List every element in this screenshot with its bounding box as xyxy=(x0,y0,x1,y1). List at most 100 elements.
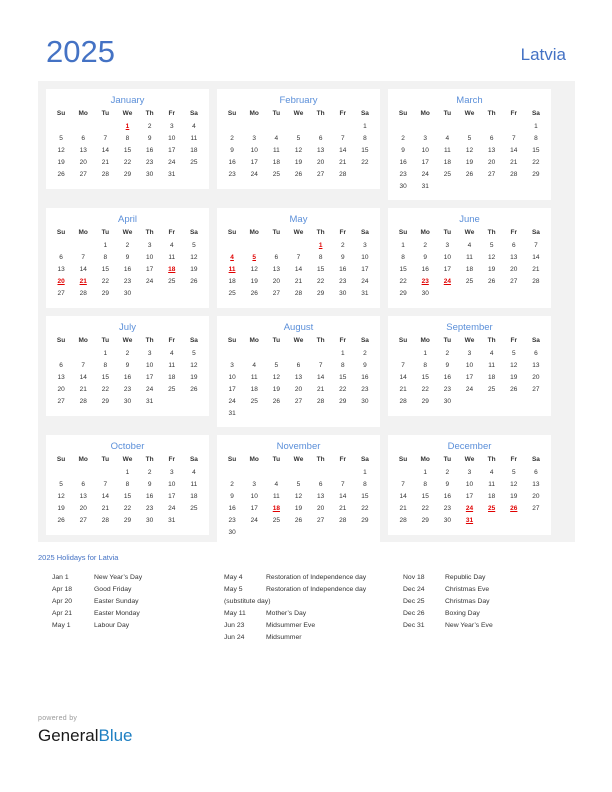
day-cell[interactable]: 31 xyxy=(354,287,376,299)
day-cell[interactable]: 30 xyxy=(139,514,161,526)
day-cell[interactable]: 22 xyxy=(392,275,414,287)
day-cell[interactable]: 19 xyxy=(183,263,205,275)
day-cell[interactable]: 23 xyxy=(392,168,414,180)
day-cell[interactable]: 18 xyxy=(265,156,287,168)
day-cell[interactable]: 13 xyxy=(72,144,94,156)
day-cell-holiday[interactable]: 20 xyxy=(50,275,72,287)
day-cell[interactable]: 14 xyxy=(525,251,547,263)
day-cell[interactable]: 20 xyxy=(287,383,309,395)
day-cell[interactable]: 19 xyxy=(287,156,309,168)
day-cell[interactable]: 14 xyxy=(287,263,309,275)
day-cell[interactable]: 10 xyxy=(458,359,480,371)
day-cell[interactable]: 4 xyxy=(161,347,183,359)
day-cell[interactable]: 23 xyxy=(116,383,138,395)
day-cell[interactable]: 13 xyxy=(265,263,287,275)
day-cell[interactable]: 18 xyxy=(183,490,205,502)
day-cell[interactable]: 5 xyxy=(50,132,72,144)
day-cell[interactable]: 18 xyxy=(243,383,265,395)
day-cell[interactable]: 11 xyxy=(481,359,503,371)
day-cell[interactable]: 12 xyxy=(243,263,265,275)
day-cell[interactable]: 26 xyxy=(183,383,205,395)
day-cell[interactable]: 15 xyxy=(354,144,376,156)
day-cell[interactable]: 2 xyxy=(436,466,458,478)
day-cell[interactable]: 5 xyxy=(481,239,503,251)
day-cell[interactable]: 11 xyxy=(481,478,503,490)
day-cell[interactable]: 11 xyxy=(265,490,287,502)
day-cell[interactable]: 27 xyxy=(72,514,94,526)
day-cell[interactable]: 5 xyxy=(287,132,309,144)
day-cell[interactable]: 8 xyxy=(332,359,354,371)
day-cell[interactable]: 6 xyxy=(50,251,72,263)
day-cell[interactable]: 26 xyxy=(50,168,72,180)
day-cell[interactable]: 16 xyxy=(139,144,161,156)
day-cell[interactable]: 23 xyxy=(116,275,138,287)
day-cell[interactable]: 13 xyxy=(310,490,332,502)
day-cell[interactable]: 22 xyxy=(354,502,376,514)
day-cell[interactable]: 20 xyxy=(50,383,72,395)
day-cell[interactable]: 21 xyxy=(392,502,414,514)
day-cell[interactable]: 29 xyxy=(414,514,436,526)
day-cell[interactable]: 7 xyxy=(94,478,116,490)
day-cell-holiday[interactable]: 23 xyxy=(414,275,436,287)
day-cell[interactable]: 18 xyxy=(481,490,503,502)
day-cell[interactable]: 5 xyxy=(183,347,205,359)
day-cell[interactable]: 28 xyxy=(72,395,94,407)
day-cell[interactable]: 13 xyxy=(72,490,94,502)
day-cell[interactable]: 24 xyxy=(458,383,480,395)
day-cell[interactable]: 19 xyxy=(503,371,525,383)
day-cell[interactable]: 3 xyxy=(139,347,161,359)
day-cell[interactable]: 14 xyxy=(94,490,116,502)
day-cell[interactable]: 25 xyxy=(265,514,287,526)
day-cell[interactable]: 10 xyxy=(458,478,480,490)
day-cell[interactable]: 10 xyxy=(221,371,243,383)
day-cell[interactable]: 1 xyxy=(94,347,116,359)
day-cell[interactable]: 14 xyxy=(72,371,94,383)
day-cell[interactable]: 28 xyxy=(332,514,354,526)
day-cell[interactable]: 27 xyxy=(72,168,94,180)
day-cell[interactable]: 2 xyxy=(221,132,243,144)
day-cell[interactable]: 20 xyxy=(72,156,94,168)
day-cell[interactable]: 7 xyxy=(332,132,354,144)
day-cell[interactable]: 29 xyxy=(414,395,436,407)
day-cell[interactable]: 19 xyxy=(183,371,205,383)
day-cell[interactable]: 7 xyxy=(525,239,547,251)
day-cell[interactable]: 5 xyxy=(503,347,525,359)
day-cell[interactable]: 2 xyxy=(139,120,161,132)
day-cell[interactable]: 6 xyxy=(72,478,94,490)
day-cell[interactable]: 20 xyxy=(310,502,332,514)
day-cell[interactable]: 27 xyxy=(310,514,332,526)
day-cell[interactable]: 8 xyxy=(392,251,414,263)
day-cell[interactable]: 15 xyxy=(525,144,547,156)
day-cell[interactable]: 28 xyxy=(392,395,414,407)
day-cell[interactable]: 14 xyxy=(332,490,354,502)
day-cell[interactable]: 9 xyxy=(116,251,138,263)
day-cell[interactable]: 27 xyxy=(525,383,547,395)
day-cell[interactable]: 3 xyxy=(354,239,376,251)
day-cell[interactable]: 23 xyxy=(139,502,161,514)
day-cell[interactable]: 17 xyxy=(139,371,161,383)
day-cell[interactable]: 11 xyxy=(243,371,265,383)
day-cell[interactable]: 31 xyxy=(221,407,243,419)
day-cell[interactable]: 16 xyxy=(116,263,138,275)
day-cell[interactable]: 2 xyxy=(436,347,458,359)
day-cell-holiday[interactable]: 18 xyxy=(265,502,287,514)
day-cell[interactable]: 25 xyxy=(481,383,503,395)
day-cell[interactable]: 9 xyxy=(414,251,436,263)
day-cell[interactable]: 1 xyxy=(354,120,376,132)
day-cell[interactable]: 12 xyxy=(50,144,72,156)
day-cell[interactable]: 27 xyxy=(287,395,309,407)
day-cell[interactable]: 15 xyxy=(94,263,116,275)
day-cell[interactable]: 9 xyxy=(354,359,376,371)
day-cell[interactable]: 9 xyxy=(392,144,414,156)
day-cell[interactable]: 12 xyxy=(458,144,480,156)
day-cell[interactable]: 6 xyxy=(265,251,287,263)
day-cell[interactable]: 18 xyxy=(161,371,183,383)
day-cell[interactable]: 30 xyxy=(221,526,243,538)
day-cell[interactable]: 30 xyxy=(139,168,161,180)
day-cell[interactable]: 21 xyxy=(94,156,116,168)
day-cell[interactable]: 8 xyxy=(354,132,376,144)
day-cell[interactable]: 24 xyxy=(221,395,243,407)
day-cell[interactable]: 16 xyxy=(414,263,436,275)
day-cell[interactable]: 19 xyxy=(287,502,309,514)
day-cell[interactable]: 27 xyxy=(265,287,287,299)
